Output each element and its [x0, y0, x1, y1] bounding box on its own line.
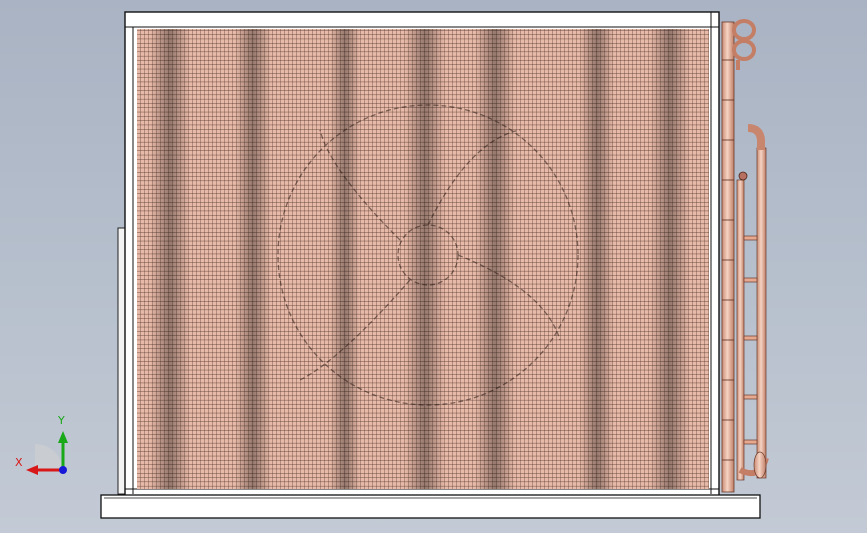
base-pan[interactable] — [100, 494, 761, 519]
axis-label-y: Y — [58, 414, 65, 427]
coil-fins[interactable] — [137, 29, 709, 489]
z-axis-dot — [59, 466, 67, 474]
coordinate-triad — [26, 431, 68, 475]
cad-viewport[interactable] — [0, 0, 867, 533]
axis-label-x: X — [15, 456, 23, 469]
copper-piping[interactable] — [721, 19, 769, 493]
